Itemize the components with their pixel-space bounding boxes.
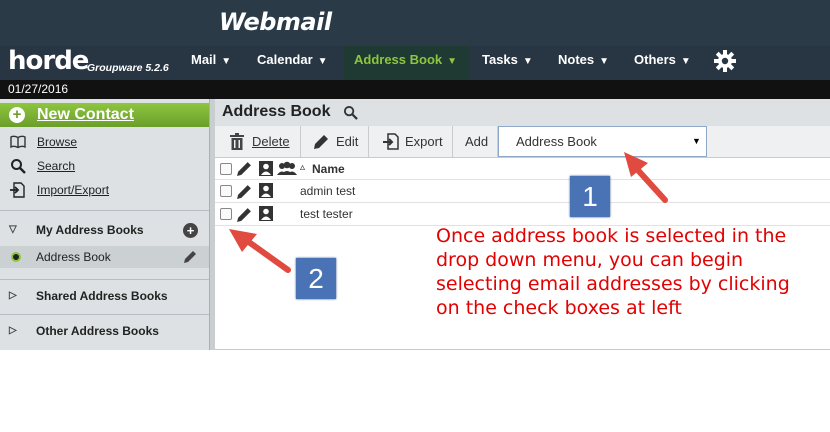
table-row[interactable]: admin test xyxy=(215,180,830,203)
list-header: ▵ Name xyxy=(215,158,830,180)
pencil-icon xyxy=(314,135,328,149)
nav-label: Others xyxy=(634,52,676,67)
new-contact-button[interactable]: + New Contact xyxy=(0,103,209,127)
my-address-books-header[interactable]: ▽ My Address Books + xyxy=(0,216,209,244)
add-button[interactable]: Add xyxy=(453,126,498,157)
nav-mail[interactable]: Mail ▼ xyxy=(181,46,241,80)
book-icon xyxy=(10,135,26,149)
webmail-banner: Webmail xyxy=(0,0,830,46)
page-title: Address Book xyxy=(222,103,331,120)
shared-address-books-header[interactable]: ▷ Shared Address Books xyxy=(0,282,209,310)
table-row[interactable]: test tester xyxy=(215,203,830,226)
expand-triangle-icon: ▷ xyxy=(9,325,17,336)
chevron-down-icon: ▼ xyxy=(221,56,232,67)
sidebar-item-label: Browse xyxy=(37,135,78,149)
plus-icon: + xyxy=(9,107,25,123)
main-header: Address Book xyxy=(215,99,830,126)
section-label: My Address Books xyxy=(36,223,144,237)
edit-label: Edit xyxy=(336,134,359,149)
chevron-down-icon: ▼ xyxy=(680,56,691,67)
export-label: Export xyxy=(405,134,443,149)
sidebar-divider xyxy=(0,210,209,211)
trash-icon xyxy=(230,133,244,150)
row-checkbox[interactable] xyxy=(220,208,232,220)
nav-tasks[interactable]: Tasks ▼ xyxy=(472,46,543,80)
sidebar-divider xyxy=(0,314,209,315)
app-version: Groupware 5.2.6 xyxy=(87,62,169,74)
toolbar: Delete Edit Export Add Address Book ▼ xyxy=(215,126,830,158)
new-contact-label: New Contact xyxy=(37,106,134,123)
nav-calendar[interactable]: Calendar ▼ xyxy=(247,46,338,80)
sidebar-item-label: Address Book xyxy=(36,250,111,264)
nav-notes[interactable]: Notes ▼ xyxy=(548,46,619,80)
sidebar-item-label: Import/Export xyxy=(37,183,110,197)
nav-others[interactable]: Others ▼ xyxy=(624,46,701,80)
sidebar-item-search[interactable]: Search xyxy=(0,155,209,177)
edit-button[interactable]: Edit xyxy=(301,126,369,157)
select-value: Address Book xyxy=(516,134,597,149)
gear-icon[interactable] xyxy=(713,49,737,73)
annotation-note: Once address book is selected in the dro… xyxy=(436,225,790,319)
callout-badge-1: 1 xyxy=(570,176,610,217)
chevron-down-icon: ▼ xyxy=(522,56,533,67)
nav-label: Calendar xyxy=(257,52,313,67)
date-bar: 01/27/2016 xyxy=(0,80,830,99)
person-icon[interactable] xyxy=(259,183,273,198)
collapse-triangle-icon: ▽ xyxy=(9,224,17,235)
nav-label: Notes xyxy=(558,52,595,67)
sidebar-item-address-book[interactable]: Address Book xyxy=(0,246,209,268)
nav-label: Address Book xyxy=(354,52,443,67)
sort-ascending-icon[interactable]: ▵ xyxy=(300,162,305,173)
contact-name: admin test xyxy=(300,184,356,198)
contact-name: test tester xyxy=(300,207,353,221)
pencil-icon[interactable] xyxy=(182,249,198,265)
chevron-down-icon: ▼ xyxy=(447,56,458,67)
export-button[interactable]: Export xyxy=(369,126,453,157)
search-icon xyxy=(11,159,26,174)
address-book-select[interactable]: Address Book ▼ xyxy=(498,126,707,157)
section-label: Other Address Books xyxy=(36,324,159,338)
sidebar-item-browse[interactable]: Browse xyxy=(0,131,209,153)
search-icon[interactable] xyxy=(343,105,358,120)
chevron-down-icon: ▼ xyxy=(317,56,328,67)
chevron-down-icon: ▼ xyxy=(599,56,610,67)
delete-button[interactable]: Delete xyxy=(215,126,301,157)
dropdown-arrow-icon: ▼ xyxy=(692,136,701,146)
import-export-icon xyxy=(10,182,25,198)
export-icon xyxy=(383,133,399,150)
section-label: Shared Address Books xyxy=(36,289,168,303)
sidebar: + New Contact Browse Search Import/Expor… xyxy=(0,99,209,350)
sidebar-item-label: Search xyxy=(37,159,76,173)
other-address-books-header[interactable]: ▷ Other Address Books xyxy=(0,317,209,345)
banner-title: Webmail xyxy=(219,8,332,36)
pencil-icon[interactable] xyxy=(236,206,253,223)
nav-label: Mail xyxy=(191,52,217,67)
person-icon xyxy=(259,161,273,176)
column-header-name[interactable]: Name xyxy=(312,162,345,176)
sidebar-item-import-export[interactable]: Import/Export xyxy=(0,179,209,201)
pencil-icon[interactable] xyxy=(236,183,253,200)
horde-logo[interactable]: horde xyxy=(8,46,89,76)
add-address-book-icon[interactable]: + xyxy=(183,223,198,238)
sidebar-divider xyxy=(0,279,209,280)
expand-triangle-icon: ▷ xyxy=(9,290,17,301)
add-label: Add xyxy=(465,134,489,149)
selected-radio-icon xyxy=(11,252,21,262)
pencil-icon xyxy=(237,162,251,176)
group-icon xyxy=(277,161,297,175)
nav-label: Tasks xyxy=(482,52,518,67)
callout-badge-2: 2 xyxy=(296,258,336,299)
top-nav: horde Groupware 5.2.6 Mail ▼ Calendar ▼ Ad… xyxy=(0,46,830,80)
row-checkbox[interactable] xyxy=(220,185,232,197)
person-icon[interactable] xyxy=(259,206,273,221)
delete-label: Delete xyxy=(252,134,290,149)
select-all-checkbox[interactable] xyxy=(220,163,232,175)
nav-address-book[interactable]: Address Book ▼ xyxy=(344,46,469,80)
